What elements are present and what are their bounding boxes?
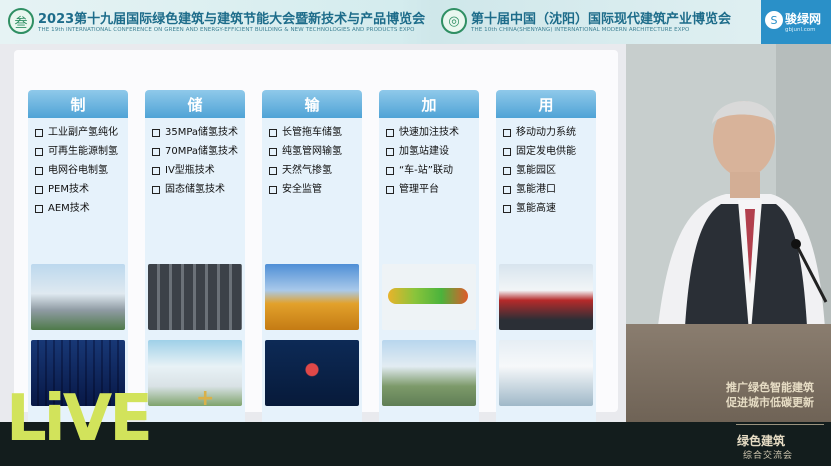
gas-pipeline-photo <box>265 264 359 330</box>
presentation-slide: 制 工业副产氢纯化 可再生能源制氢 电网谷电制氢 PEM技术 AEM技术 储 3… <box>0 44 626 461</box>
event-subtitle: 综合交流会 <box>743 451 794 461</box>
checkbox-icon <box>386 128 394 137</box>
checkbox-icon <box>503 147 511 156</box>
list-item: 长管拖车储氢 <box>269 123 356 142</box>
column-store: 储 35MPa储氢技术 70MPa储氢技术 IV型瓶技术 固态储氢技术 <box>145 90 245 430</box>
column-header: 制 <box>28 90 128 118</box>
heat-map-photo <box>382 264 476 330</box>
monitoring-dashboard-photo <box>265 340 359 406</box>
list-item: 快速加注技术 <box>386 123 473 142</box>
list-item: 工业副产氢纯化 <box>35 123 122 142</box>
list-item: 氢能高速 <box>503 199 590 218</box>
list-item: “车-站”联动 <box>386 161 473 180</box>
checkbox-icon <box>386 166 394 175</box>
list-item: 35MPa储氢技术 <box>152 123 239 142</box>
checkbox-icon <box>152 147 160 156</box>
list-item: 70MPa储氢技术 <box>152 142 239 161</box>
column-produce: 制 工业副产氢纯化 可再生能源制氢 电网谷电制氢 PEM技术 AEM技术 <box>28 90 128 430</box>
column-header: 储 <box>145 90 245 118</box>
slogan: 推广绿色智能建筑 促进城市低碳更新 <box>726 380 814 410</box>
list-item: 纯氢管网输氢 <box>269 142 356 161</box>
checkbox-icon <box>152 185 160 194</box>
checkbox-icon <box>269 128 277 137</box>
list-item: 氢能园区 <box>503 161 590 180</box>
conference-title-left: 2023第十九届国际绿色建筑与建筑节能大会暨新技术与产品博览会 <box>38 12 426 27</box>
checkbox-icon <box>386 185 394 194</box>
checkbox-icon <box>152 128 160 137</box>
storage-facility-photo <box>148 340 242 406</box>
site-logo: S 骏绿网 gbjunl.com <box>761 0 831 44</box>
checkbox-icon <box>152 166 160 175</box>
live-logo: LiVE <box>6 382 153 456</box>
list-item: AEM技术 <box>35 199 122 218</box>
column-use: 用 移动动力系统 固定发电供能 氢能园区 氢能港口 氢能高速 <box>496 90 596 430</box>
checkbox-icon <box>269 185 277 194</box>
site-url: gbjunl.com <box>785 27 816 33</box>
column-refuel: 加 快速加注技术 加氢站建设 “车-站”联动 管理平台 <box>379 90 479 430</box>
live-plus-icon: + <box>196 386 215 411</box>
slogan-line1: 推广绿色智能建筑 <box>726 381 814 394</box>
conference-banner: 叁 2023第十九届国际绿色建筑与建筑节能大会暨新技术与产品博览会 THE 19… <box>0 0 831 44</box>
checkbox-icon <box>35 128 43 137</box>
column-body: 快速加注技术 加氢站建设 “车-站”联动 管理平台 <box>379 118 479 430</box>
list-item: 氢能港口 <box>503 180 590 199</box>
temperature-bar <box>388 288 468 304</box>
column-header: 用 <box>496 90 596 118</box>
conference-subtitle-right: THE 10th CHINA(SHENYANG) INTERNATIONAL M… <box>471 27 690 33</box>
list-item: 固定发电供能 <box>503 142 590 161</box>
list-item: 可再生能源制氢 <box>35 142 122 161</box>
list-item: 安全监管 <box>269 180 356 199</box>
hydrogen-truck-photo <box>499 264 593 330</box>
column-body: 长管拖车储氢 纯氢管网输氢 天然气掺氢 安全监管 <box>262 118 362 430</box>
list-item: 加氢站建设 <box>386 142 473 161</box>
fuel-cell-unit-photo <box>499 340 593 406</box>
list-item: PEM技术 <box>35 180 122 199</box>
checkbox-icon <box>35 185 43 194</box>
list-item: 管理平台 <box>386 180 473 199</box>
slide-content: 制 工业副产氢纯化 可再生能源制氢 电网谷电制氢 PEM技术 AEM技术 储 3… <box>14 50 620 461</box>
checkbox-icon <box>269 147 277 156</box>
site-logo-icon: S <box>765 11 783 29</box>
column-body: 35MPa储氢技术 70MPa储氢技术 IV型瓶技术 固态储氢技术 <box>145 118 245 430</box>
speaker-camera-feed <box>626 44 831 422</box>
checkbox-icon <box>503 204 511 213</box>
hydrogen-plant-photo <box>31 264 125 330</box>
conference-subtitle-left: THE 19th INTERNATIONAL CONFERENCE ON GRE… <box>38 27 415 33</box>
checkbox-icon <box>503 185 511 194</box>
list-item: 电网谷电制氢 <box>35 161 122 180</box>
conference-logo-icon: 叁 <box>8 8 34 34</box>
conference-title-right: 第十届中国（沈阳）国际现代建筑产业博览会 <box>471 12 732 27</box>
checkbox-icon <box>503 166 511 175</box>
slogan-line2: 促进城市低碳更新 <box>726 396 814 409</box>
divider <box>736 424 824 425</box>
checkbox-icon <box>35 166 43 175</box>
list-item: IV型瓶技术 <box>152 161 239 180</box>
column-body: 移动动力系统 固定发电供能 氢能园区 氢能港口 氢能高速 <box>496 118 596 430</box>
column-header: 输 <box>262 90 362 118</box>
list-item: 固态储氢技术 <box>152 180 239 199</box>
refueling-station-photo <box>382 340 476 406</box>
column-header: 加 <box>379 90 479 118</box>
event-name: 绿色建筑 <box>737 434 786 448</box>
expo-logo-icon: ◎ <box>441 8 467 34</box>
column-transport: 输 长管拖车储氢 纯氢管网输氢 天然气掺氢 安全监管 <box>262 90 362 430</box>
site-name: 骏绿网 <box>785 12 822 26</box>
checkbox-icon <box>503 128 511 137</box>
checkbox-icon <box>35 204 43 213</box>
storage-tanks-photo <box>148 264 242 330</box>
list-item: 天然气掺氢 <box>269 161 356 180</box>
checkbox-icon <box>35 147 43 156</box>
checkbox-icon <box>269 166 277 175</box>
list-item: 移动动力系统 <box>503 123 590 142</box>
checkbox-icon <box>386 147 394 156</box>
